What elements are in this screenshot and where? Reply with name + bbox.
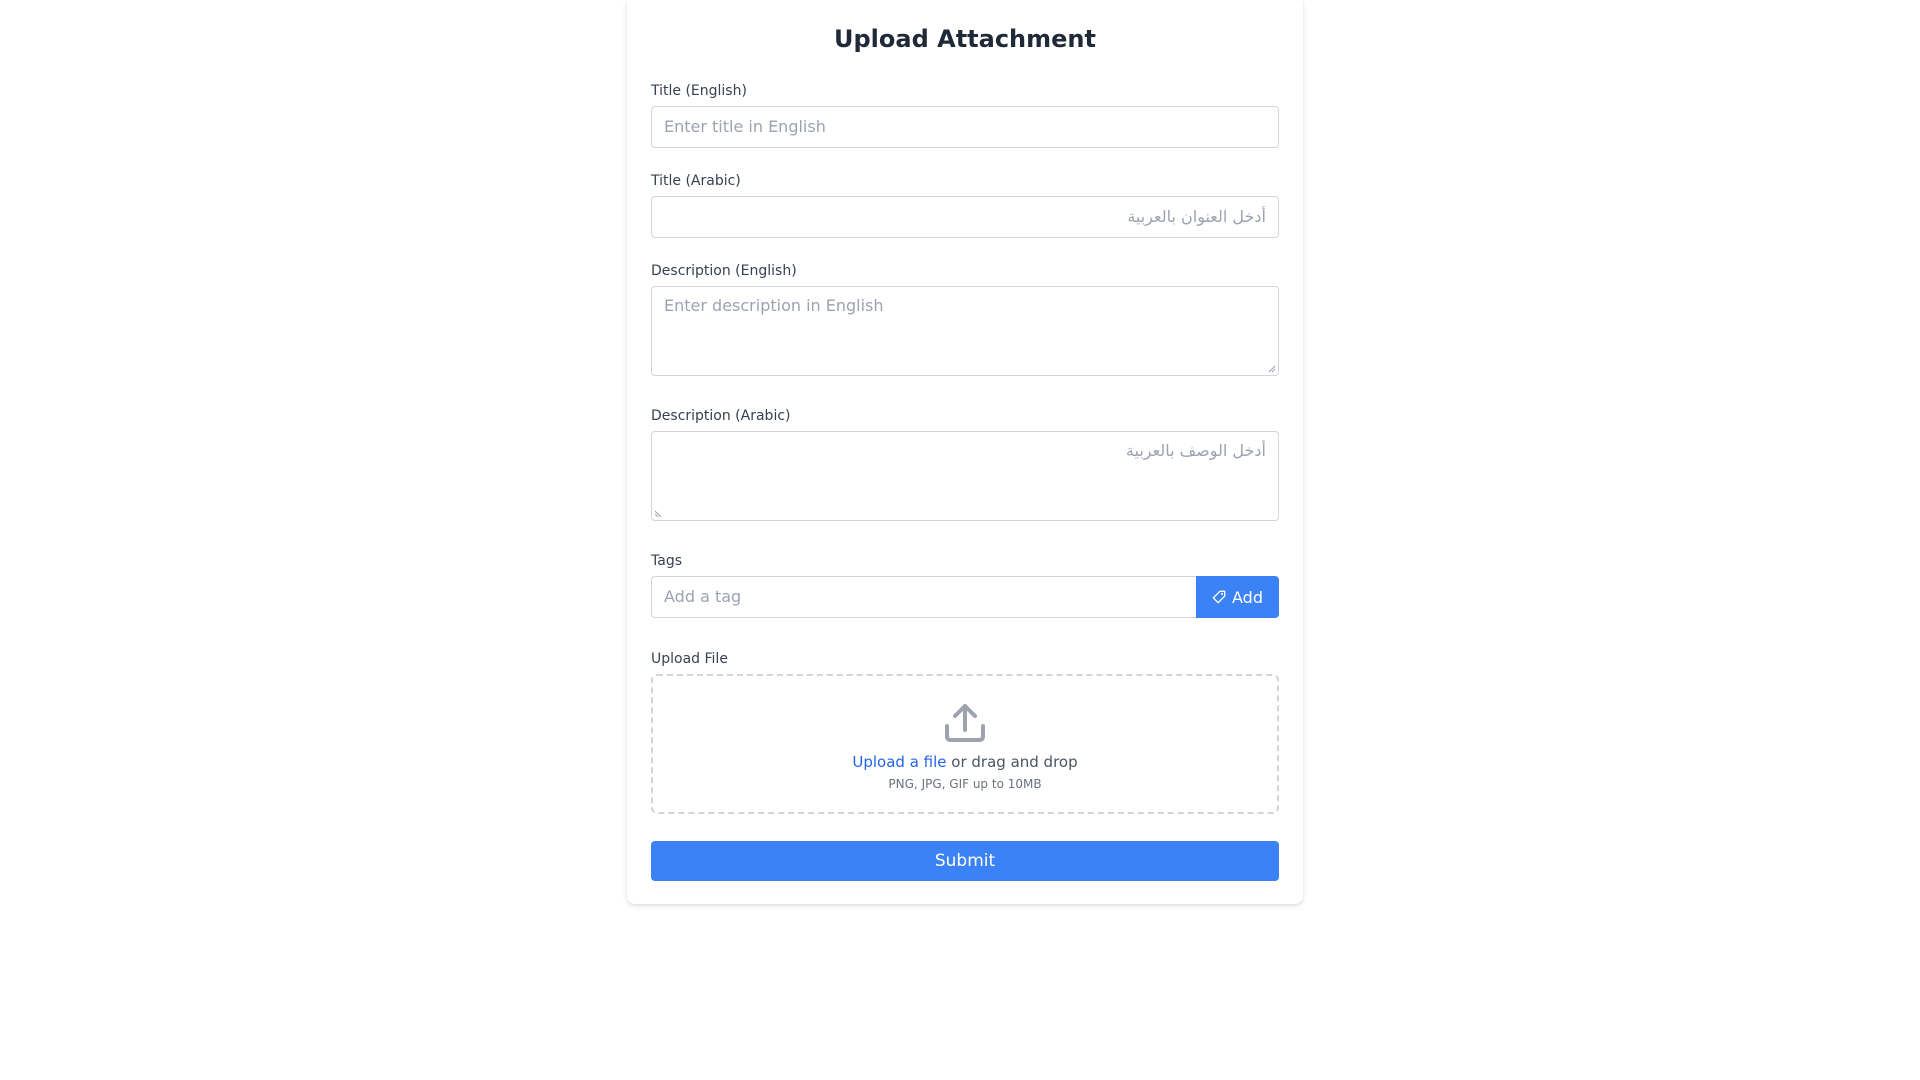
description-english-group: Description (English) Enter description … <box>651 262 1279 376</box>
description-english-textarea[interactable]: Enter description in English <box>651 286 1279 376</box>
description-arabic-placeholder: أدخل الوصف بالعربية <box>1125 441 1266 460</box>
upload-file-label: Upload File <box>651 651 728 667</box>
tags-group: Tags Add a tag Add <box>651 552 1279 618</box>
tags-label: Tags <box>651 553 682 569</box>
tag-input-row: Add a tag Add <box>651 576 1279 618</box>
title-english-group: Title (English) Enter title in English <box>651 82 1279 148</box>
upload-attachment-card: Upload Attachment Title (English) Enter … <box>627 0 1303 904</box>
file-dropzone[interactable]: Upload a file or drag and drop PNG, JPG,… <box>651 674 1279 814</box>
tag-input[interactable]: Add a tag <box>651 576 1196 618</box>
add-tag-button[interactable]: Add <box>1196 576 1279 618</box>
description-english-placeholder: Enter description in English <box>664 296 884 315</box>
description-english-label: Description (English) <box>651 263 797 279</box>
description-arabic-label: Description (Arabic) <box>651 408 791 424</box>
resize-handle-icon[interactable] <box>1268 365 1276 373</box>
drop-instructions: Upload a file or drag and drop <box>653 752 1277 772</box>
upload-file-link[interactable]: Upload a file <box>852 753 946 771</box>
resize-handle-icon[interactable] <box>654 510 662 518</box>
submit-button[interactable]: Submit <box>651 841 1279 881</box>
drag-drop-text: or drag and drop <box>946 753 1078 771</box>
title-arabic-input[interactable]: أدخل العنوان بالعربية <box>651 196 1279 238</box>
title-english-label: Title (English) <box>651 83 747 99</box>
title-english-input[interactable]: Enter title in English <box>651 106 1279 148</box>
tag-icon <box>1212 590 1226 604</box>
upload-file-group: Upload File Upload a file or drag and dr… <box>651 650 1279 814</box>
upload-icon <box>945 704 985 742</box>
add-tag-label: Add <box>1232 587 1263 607</box>
title-arabic-label: Title (Arabic) <box>651 173 741 189</box>
page-title: Upload Attachment <box>834 25 1096 53</box>
description-arabic-group: Description (Arabic) أدخل الوصف بالعربية <box>651 407 1279 521</box>
file-type-hint: PNG, JPG, GIF up to 10MB <box>888 777 1042 791</box>
title-arabic-group: Title (Arabic) أدخل العنوان بالعربية <box>651 172 1279 238</box>
description-arabic-textarea[interactable]: أدخل الوصف بالعربية <box>651 431 1279 521</box>
